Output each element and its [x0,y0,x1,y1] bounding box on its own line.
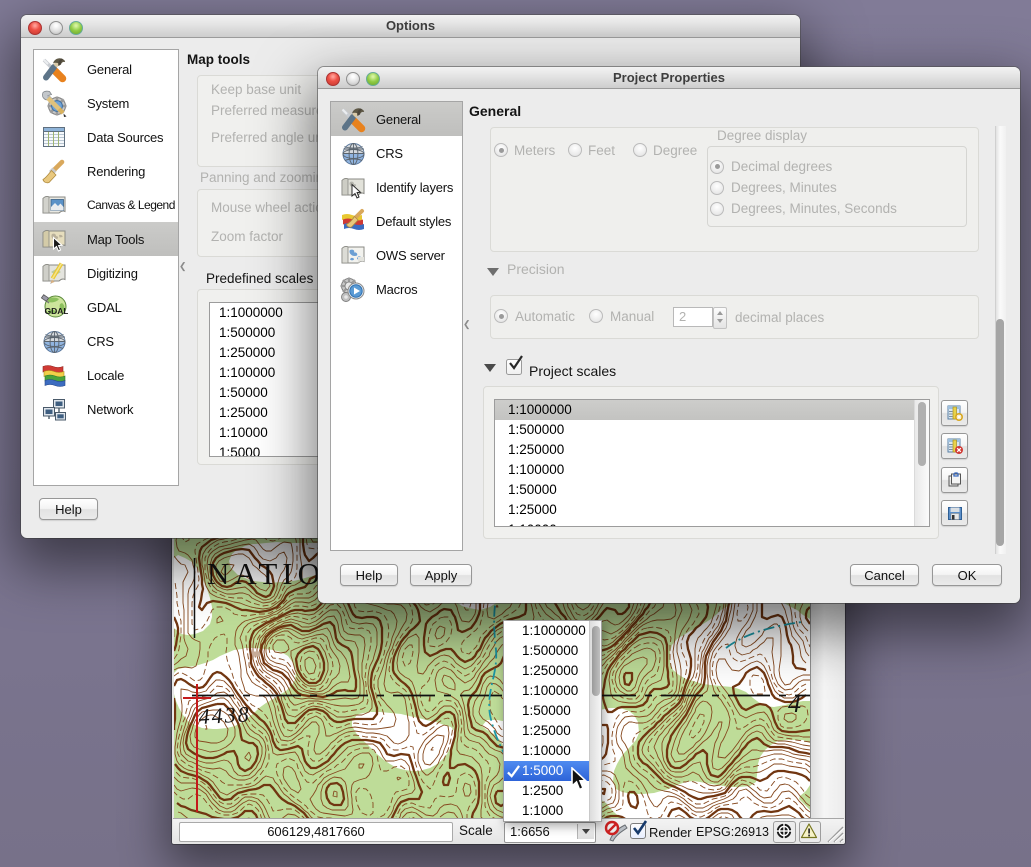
svg-text:4: 4 [788,689,801,718]
svg-text:4438: 4438 [198,701,251,729]
